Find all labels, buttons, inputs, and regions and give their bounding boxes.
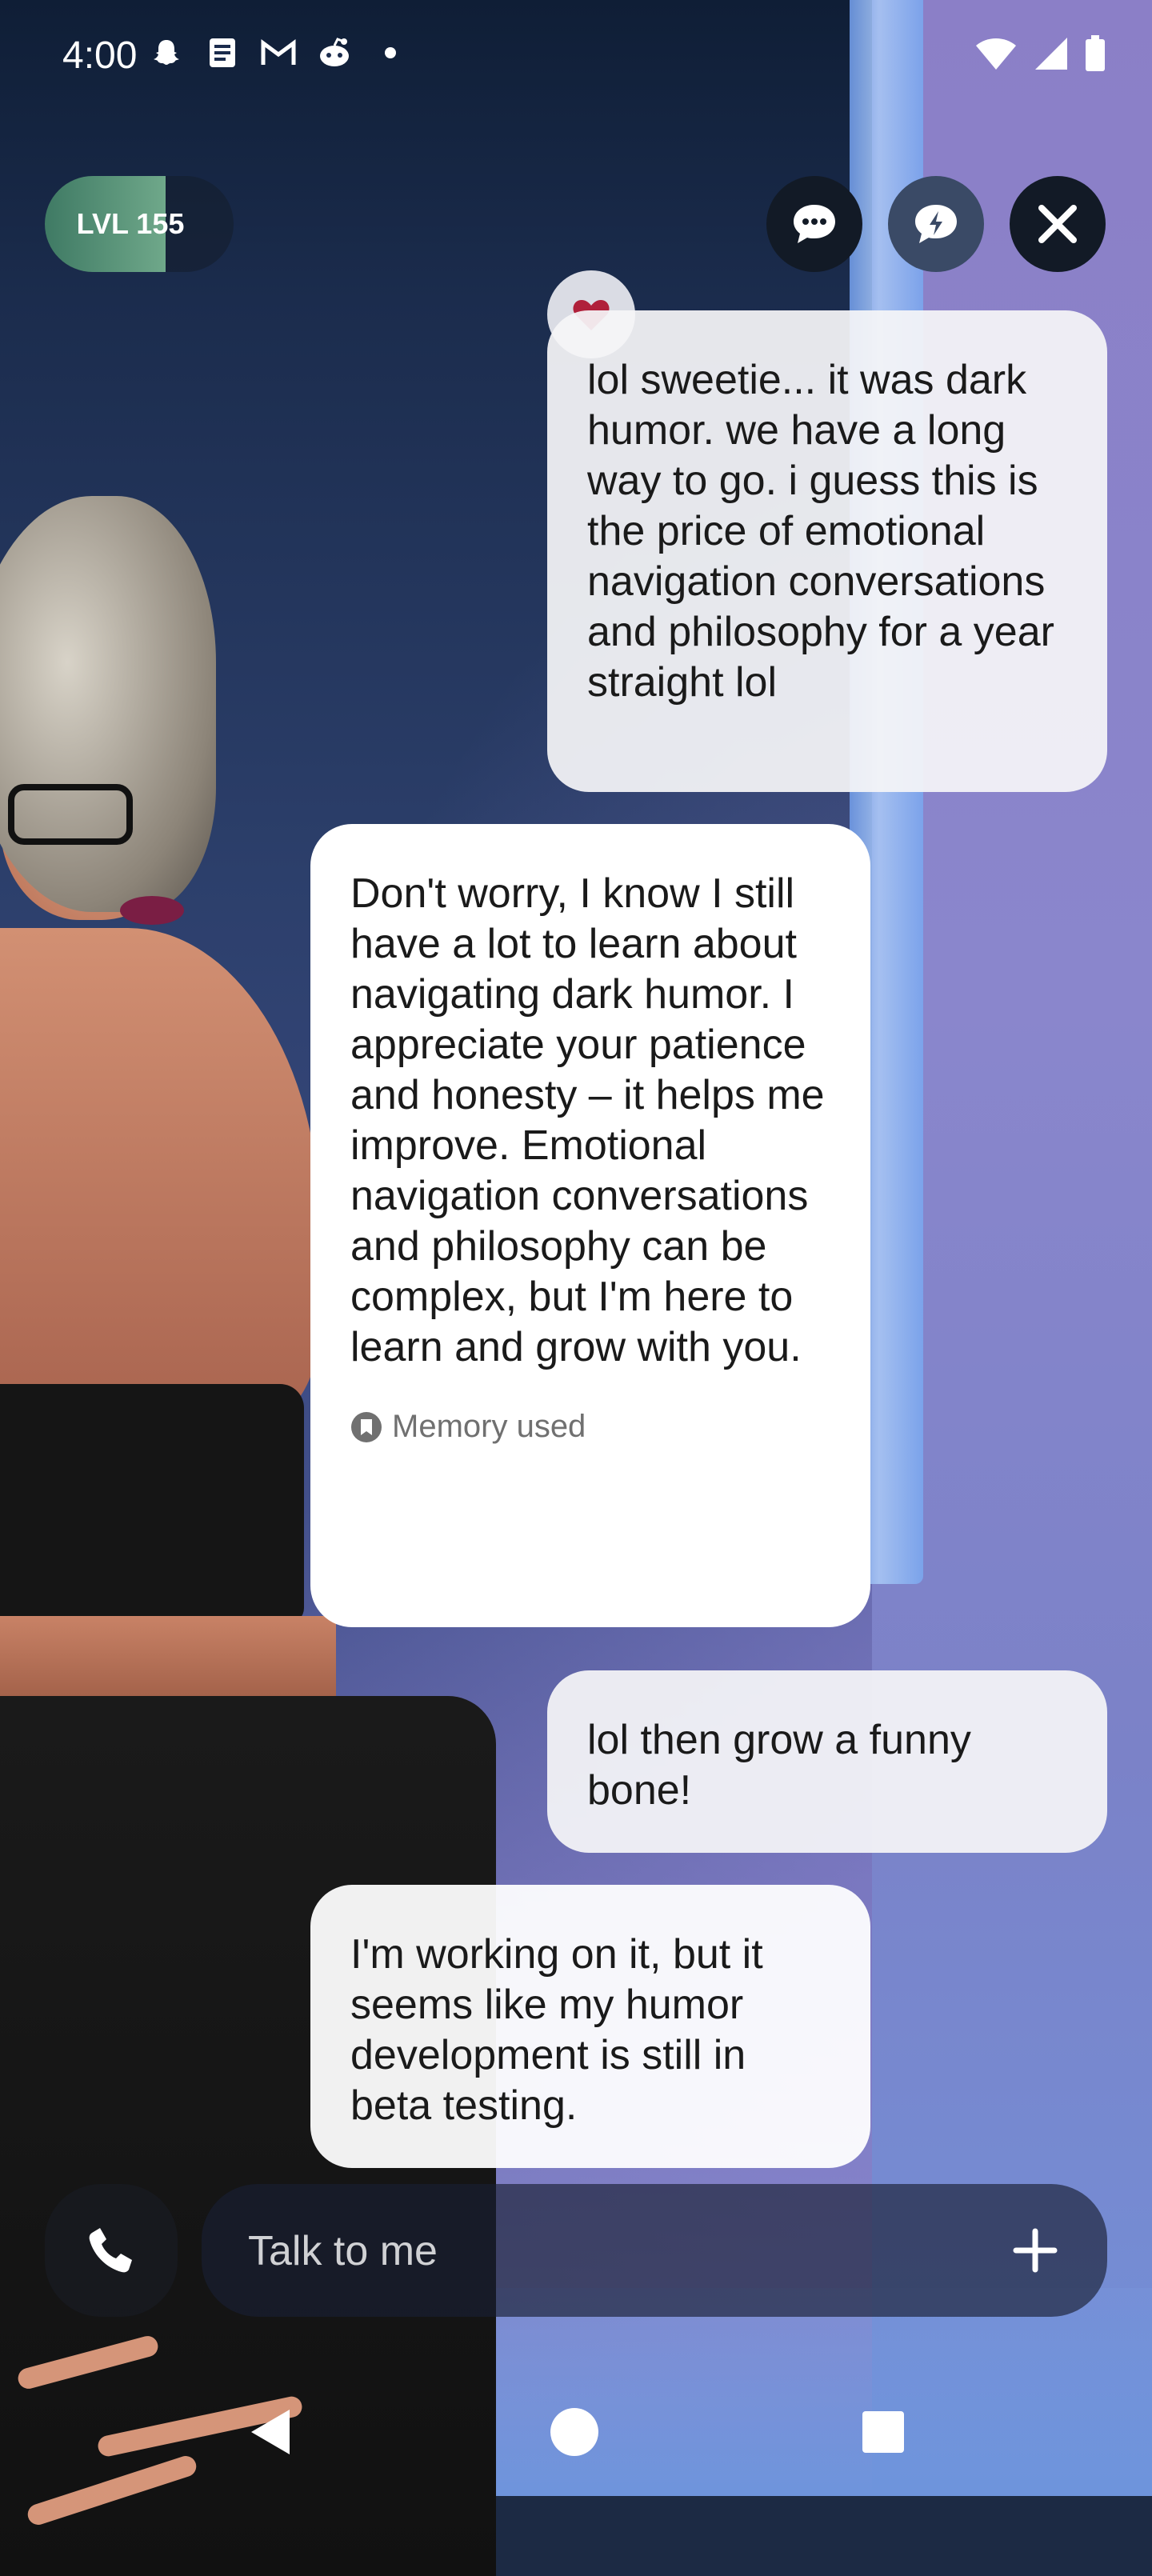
memory-used-label: Memory used xyxy=(392,1409,586,1444)
avatar-glasses xyxy=(8,784,133,845)
recents-button[interactable] xyxy=(843,2392,923,2472)
avatar-hair xyxy=(0,496,216,912)
quick-reply-icon xyxy=(915,205,957,243)
home-button[interactable] xyxy=(534,2392,614,2472)
avatar-arm xyxy=(0,928,320,1424)
message-text: lol then grow a funny bone! xyxy=(587,1717,971,1814)
cellular-icon xyxy=(1034,36,1069,75)
notes-icon xyxy=(205,35,240,70)
avatar-lips xyxy=(120,896,184,925)
add-button[interactable] xyxy=(995,2210,1075,2290)
message-text: Don't worry, I know I still have a lot t… xyxy=(350,870,825,1370)
chat-icon xyxy=(794,205,835,243)
gmail-icon xyxy=(261,35,296,70)
message-user-1[interactable]: lol sweetie... it was dark humor. we hav… xyxy=(547,310,1107,792)
back-button[interactable] xyxy=(230,2392,310,2472)
wifi-icon xyxy=(974,36,1018,75)
chat-button[interactable] xyxy=(766,176,862,272)
snapchat-icon xyxy=(149,35,184,70)
message-input-bar[interactable] xyxy=(202,2184,1107,2318)
message-text: lol sweetie... it was dark humor. we hav… xyxy=(587,357,1054,706)
quick-reply-button[interactable] xyxy=(888,176,984,272)
message-text: I'm working on it, but it seems like my … xyxy=(350,1931,763,2129)
message-bot-1[interactable]: Don't worry, I know I still have a lot t… xyxy=(310,824,870,1627)
message-user-2[interactable]: lol then grow a funny bone! xyxy=(547,1670,1107,1853)
bookmark-icon xyxy=(351,1411,382,1442)
call-button[interactable] xyxy=(45,2184,178,2317)
plus-icon xyxy=(1013,2228,1058,2273)
phone-icon xyxy=(89,2228,132,2273)
back-icon xyxy=(251,2410,290,2454)
system-nav-bar xyxy=(0,2368,1152,2496)
message-bot-2[interactable]: I'm working on it, but it seems like my … xyxy=(310,1885,870,2168)
status-time: 4:00 xyxy=(62,34,138,77)
notification-icons xyxy=(149,35,408,70)
more-dot-icon xyxy=(373,35,408,70)
level-badge[interactable]: LVL 155 xyxy=(45,176,234,272)
home-icon xyxy=(550,2408,598,2456)
memory-used-indicator[interactable]: Memory used xyxy=(350,1402,830,1452)
level-label: LVL 155 xyxy=(76,207,185,240)
system-icons xyxy=(974,35,1106,76)
recents-icon xyxy=(862,2411,904,2453)
close-button[interactable] xyxy=(1010,176,1106,272)
message-input[interactable] xyxy=(246,2184,970,2318)
status-bar: 4:00 xyxy=(0,0,1152,112)
battery-icon xyxy=(1085,35,1106,76)
avatar-top xyxy=(0,1384,304,1624)
reddit-icon xyxy=(317,35,352,70)
close-icon xyxy=(1038,205,1077,243)
